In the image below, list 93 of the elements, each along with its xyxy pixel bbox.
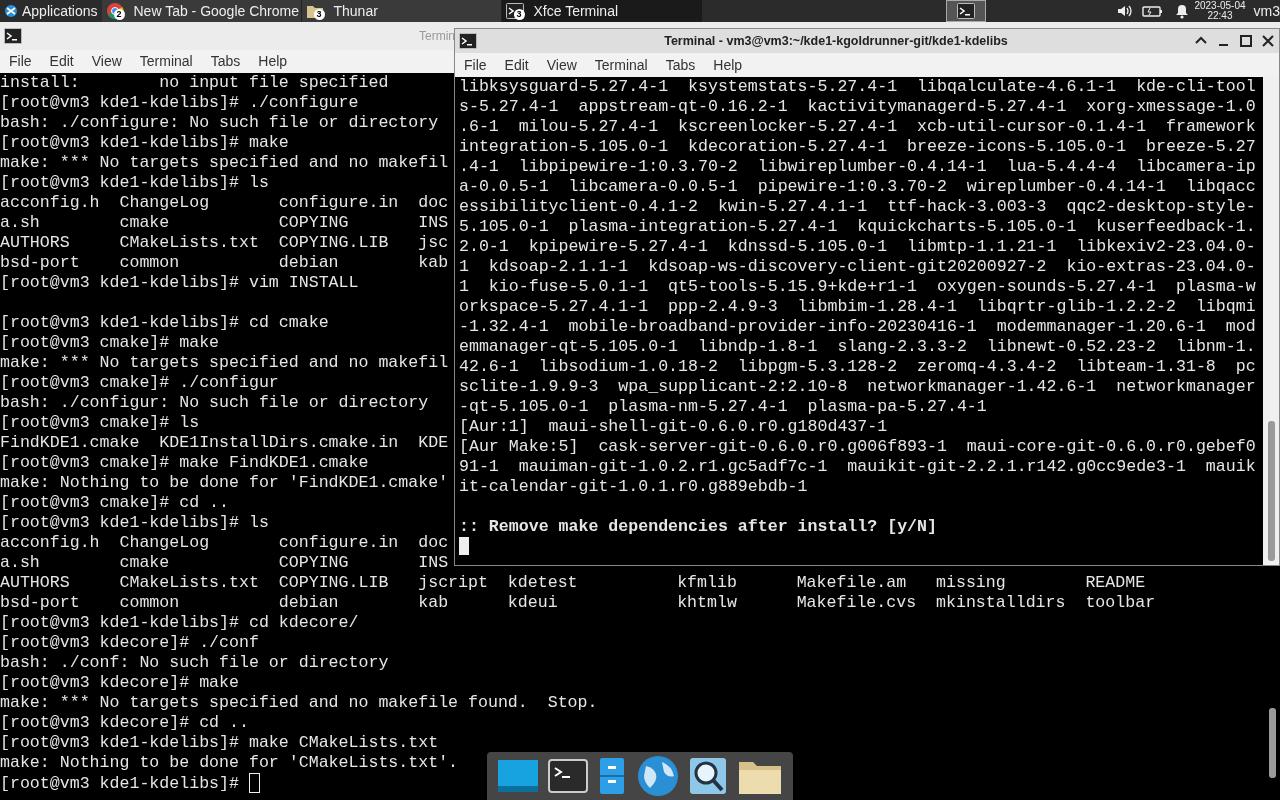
terminal-line: [root@vm3 kde1-kdelibs]# <box>0 774 240 793</box>
menu-item[interactable]: Terminal <box>130 51 202 72</box>
terminal-line: make: *** No targets specified and no makefil <box>0 353 449 373</box>
terminal-line: bsd-port common debian kab kdeui khtmlw Makefile.cvs mkinstalldirs toolbar <box>0 593 1156 613</box>
terminal-line: it-calendar-git-1.0.1.r0.g889ebdb-1 <box>459 477 808 497</box>
menu-item[interactable]: View <box>82 51 131 72</box>
user-menu[interactable]: vm3 <box>1249 0 1280 22</box>
terminal-line: bsd-port common debian kab <box>0 253 449 273</box>
count-badge: 3 <box>513 9 525 20</box>
terminal-line: [root@vm3 cmake]# cd .. <box>0 493 230 513</box>
terminal-line: 42.6-1 libsodium-1.0.18-2 libpgm-5.3.128-2 zeromq-4.3.4-2 libteam-1.31-8 pc <box>459 357 1256 377</box>
terminal-line: .4-1 libpipewire-1:0.3.70-2 libwireplumber-0.4.14-1 lua-5.4.4-4 libcamera-ip <box>459 157 1256 177</box>
terminal-line: bash: ./configur: No such file or directory <box>0 393 429 413</box>
menu-item[interactable]: Tabs <box>656 54 705 76</box>
terminal-line: [root@vm3 kde1-kdelibs]# make CMakeLists.txt <box>0 733 439 753</box>
terminal-line: [root@vm3 kde1-kdelibs]# ls <box>0 173 269 193</box>
terminal-line: make: *** No targets specified and no makefil <box>0 153 449 173</box>
terminal-line: a.sh cmake COPYING INS <box>0 553 449 573</box>
taskbar-button[interactable]: 2 New Tab - Google Chrome <box>101 0 302 22</box>
terminal-line: [root@vm3 cmake]# make <box>0 333 220 353</box>
menu-item[interactable]: Help <box>249 51 297 72</box>
terminal-line: [root@vm3 kde1-kdelibs]# cd cmake <box>0 313 329 333</box>
terminal-line: [root@vm3 cmake]# make FindKDE1.cmake <box>0 453 369 473</box>
terminal-line: [Aur:1] maui-shell-git-0.6.0.r0.g180d437-1 <box>459 417 888 437</box>
terminal-line: 5.105.0-1 plasma-integration-5.27.4-1 kquickcharts-5.105.0-1 kuserfeedback-1. <box>459 217 1256 237</box>
terminal-line: install: no input file specified <box>0 73 389 93</box>
terminal-line: [root@vm3 kde1-kdelibs]# ls <box>0 513 269 533</box>
terminal-line: [root@vm3 kde1-kdelibs]# cd kdecore/ <box>0 613 359 633</box>
menu-item[interactable]: Terminal <box>585 54 657 76</box>
terminal-line: AUTHORS CMakeLists.txt COPYING.LIB jsc <box>0 233 449 253</box>
globe-icon[interactable] <box>636 754 680 798</box>
menu-item[interactable]: File <box>0 51 41 72</box>
terminal-line: FindKDE1.cmake KDE1InstallDirs.cmake.in KDE <box>0 433 449 453</box>
count-badge: 3 <box>313 9 325 20</box>
terminal-line: [root@vm3 cmake]# ./configur <box>0 373 279 393</box>
terminal-line: 1 kio-fuse-5.0.1-1 qt5-tools-5.15.9+kde+r1-1 oxygen-sounds-5.27.4-1 plasma-w <box>459 277 1256 297</box>
count-badge: 2 <box>113 9 125 20</box>
window-title: Termin <box>419 28 455 45</box>
menu-item[interactable]: Edit <box>40 51 83 72</box>
terminal-line: s-5.27.4-1 appstream-qt-0.16.2-1 kactivitymanagerd-5.27.4-1 xorg-xmessage-1.0 <box>459 97 1256 117</box>
terminal-line: acconfig.h ChangeLog configure.in doc <box>0 193 449 213</box>
menu-item[interactable]: View <box>537 54 586 76</box>
menu-item[interactable]: Help <box>704 54 752 76</box>
battery-icon[interactable] <box>1142 3 1165 19</box>
window-title: Terminal - vm3@vm3:~/kde1-kgoldrunner-git/kde1-kdelibs <box>663 32 1009 50</box>
clock[interactable]: 2023-05-04 22:43 <box>1190 0 1250 22</box>
terminal-line: [Aur Make:5] cask-server-git-0.6.0.r0.g006f893-1 maui-core-git-0.6.0.r0.gebef0 <box>459 437 1256 457</box>
magnifier-icon[interactable] <box>688 756 728 796</box>
volume-icon[interactable] <box>1116 3 1135 19</box>
terminal-line: [root@vm3 kdecore]# make <box>0 673 239 693</box>
terminal-line: essibilityclient-0.4.1-2 kwin-5.27.4.1-1 ttf-hack-3.003-3 qqc2-desktop-style- <box>459 197 1256 217</box>
terminal-icon <box>957 3 976 19</box>
terminal-line: make: Nothing to be done for 'CMakeLists.txt'. <box>0 753 459 773</box>
terminal-line: .6-1 milou-5.27.4-1 kscreenlocker-5.27.4-1 xcb-util-cursor-0.1.4-1 framework <box>459 117 1256 137</box>
terminal-line: integration-5.105.0-1 kdecoration-5.27.4-1 breeze-icons-5.105.0-1 breeze-5.27 <box>459 137 1256 157</box>
taskbar-button[interactable]: 3 Thunar <box>301 0 502 22</box>
workspace-switcher[interactable] <box>946 0 987 22</box>
terminal-line: acconfig.h ChangeLog configure.in doc <box>0 533 449 553</box>
terminal-line: [root@vm3 kdecore]# ./conf <box>0 633 259 653</box>
terminal-line: [root@vm3 kde1-kdelibs]# vim INSTALL <box>0 273 359 293</box>
terminal-line: bash: ./configure: No such file or directory <box>0 113 439 133</box>
terminal-line: orkspace-5.27.4.1-1 ppp-2.4.9-3 libmbim-1.28.4-1 libqrtr-glib-1.2.2-2 libqmi <box>459 297 1256 317</box>
terminal-icon[interactable] <box>548 758 588 794</box>
terminal-line: -1.32.4-1 mobile-broadband-provider-info-20230416-1 modemmanager-1.20.6-1 mod <box>459 317 1256 337</box>
applications-menu[interactable]: Applications <box>0 0 102 22</box>
terminal-line: make: *** No targets specified and no makefile found. Stop. <box>0 693 598 713</box>
scrollbar-thumb[interactable] <box>1268 421 1275 561</box>
terminal-line: emmanager-qt-5.105.0-1 libndp-1.8-1 slang-2.3.3-2 libnewt-0.52.23-2 libnm-1. <box>459 337 1256 357</box>
terminal-line: bash: ./conf: No such file or directory <box>0 653 389 673</box>
terminal-icon <box>4 28 22 44</box>
terminal-line: 2.0-1 kpipewire-5.27.4-1 kdnssd-5.105.0-1 libmtp-1.1.21-1 libkexiv2-23.04.0- <box>459 237 1256 257</box>
terminal-line: make: Nothing to be done for 'FindKDE1.cmake' <box>0 473 449 493</box>
terminal-line: -qt-5.105.0-1 plasma-nm-5.27.4-1 plasma-pa-5.27.4-1 <box>459 397 987 417</box>
terminal-icon <box>459 33 477 49</box>
menu-item[interactable]: Tabs <box>201 51 250 72</box>
terminal-line: libksysguard-5.27.4-1 ksystemstats-5.27.4-1 libqalculate-4.6.1-1 kde-cli-tool <box>459 77 1256 97</box>
app-menu-icon <box>4 4 18 18</box>
terminal-line: :: Remove make dependencies after install? [y/N] <box>459 517 937 537</box>
terminal-line: [root@vm3 cmake]# ls <box>0 413 200 433</box>
menu-item[interactable]: File <box>455 54 496 76</box>
terminal-line: AUTHORS CMakeLists.txt COPYING.LIB jscript kdetest kfmlib Makefile.am missing README <box>0 573 1146 593</box>
terminal-line: [root@vm3 kde1-kdelibs]# ./configure <box>0 93 359 113</box>
terminal-line: sclite-1.9.9-3 wpa_supplicant-2:2.10-8 networkmanager-1.42.6-1 networkmanager <box>459 377 1256 397</box>
notification-bell-icon[interactable] <box>1174 3 1191 19</box>
terminal-line: a.sh cmake COPYING INS <box>0 213 449 233</box>
terminal-line: [root@vm3 kdecore]# cd .. <box>0 713 249 733</box>
terminal-line: a-0.0.5-1 libcamera-0.0.5-1 pipewire-1:0.3.70-2 wireplumber-0.4.14-1 libqacc <box>459 177 1256 197</box>
terminal-line: 1 kdsoap-2.1.1-1 kdsoap-ws-discovery-client-git20200927-2 kio-extras-23.04.0- <box>459 257 1256 277</box>
scrollbar-thumb[interactable] <box>1269 708 1276 778</box>
terminal-line: 91-1 mauiman-git-1.0.2.r1.gc5adf7c-1 mauikit-git-2.2.1.r142.g0cc9ede3-1 mauik <box>459 457 1256 477</box>
terminal-line: [root@vm3 kde1-kdelibs]# make <box>0 133 289 153</box>
taskbar-button[interactable]: 3 Xfce Terminal <box>501 0 702 22</box>
menu-item[interactable]: Edit <box>495 54 538 76</box>
